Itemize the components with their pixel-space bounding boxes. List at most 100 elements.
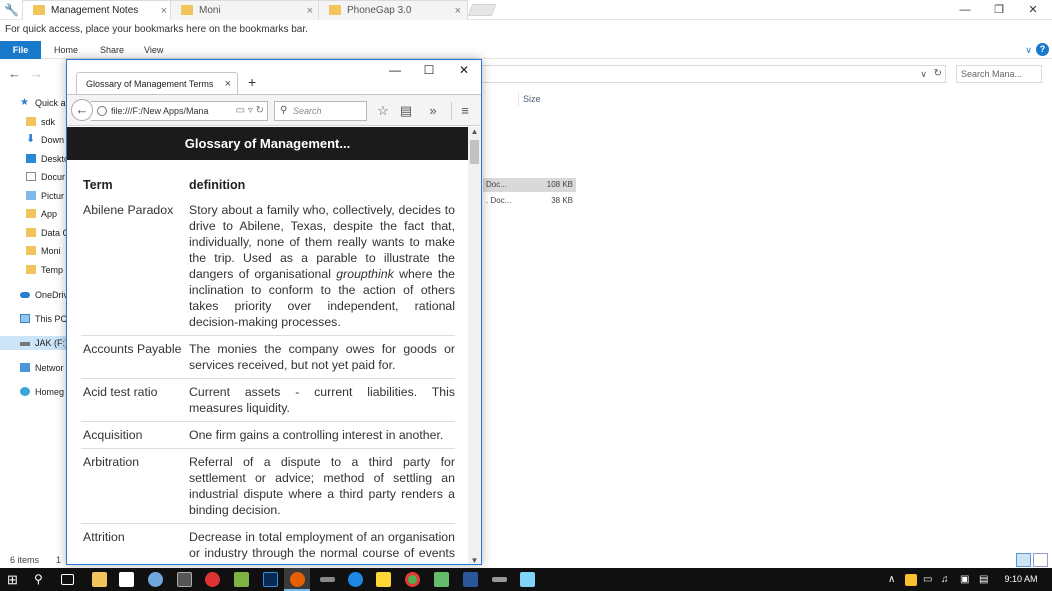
battery-icon[interactable]: ▭ — [923, 572, 932, 587]
photoshop-icon[interactable] — [263, 572, 278, 587]
folder-icon — [181, 5, 193, 15]
firefox-tab-glossary[interactable]: Glossary of Management Terms × — [76, 72, 238, 94]
overflow-icon[interactable]: » — [425, 103, 441, 119]
file-row[interactable]: . Doc... 38 KB — [483, 194, 576, 208]
definition-cell: The monies the company owes for goods or… — [185, 335, 455, 379]
nav-item-label: Quick a — [35, 98, 66, 108]
minimize-button[interactable]: — — [948, 0, 982, 20]
cloud-icon — [20, 292, 30, 298]
chrome-tab-strip: 🔧 Management Notes × Moni × PhoneGap 3.0… — [0, 0, 1052, 20]
vertical-scrollbar[interactable]: ▲ ▼ — [468, 127, 481, 564]
address-bar[interactable]: ∨ ↻ — [480, 65, 946, 83]
chrome-icon[interactable] — [405, 572, 420, 587]
chrome-tab-moni[interactable]: Moni × — [170, 0, 320, 20]
close-button[interactable]: ✕ — [449, 63, 479, 77]
tray-app-icon[interactable] — [905, 574, 917, 586]
firefox-icon[interactable] — [290, 572, 305, 587]
network-icon[interactable]: ▣ — [960, 572, 969, 587]
wrench-icon[interactable]: 🔧 — [4, 3, 19, 17]
clock[interactable]: 9:10 AM — [1000, 568, 1042, 591]
large-icons-view-icon[interactable] — [1033, 553, 1048, 567]
notifications-icon[interactable]: ▤ — [979, 572, 988, 587]
app-blue-icon[interactable] — [520, 572, 535, 587]
chrome-tab-management-notes[interactable]: Management Notes × — [22, 0, 174, 20]
folder-icon — [33, 5, 45, 15]
url-bar-icons[interactable]: ▭ ▿ ↻ — [233, 102, 264, 120]
volume-icon[interactable]: ♫ — [941, 572, 949, 587]
tray-chevron-icon[interactable]: ∧ — [888, 572, 895, 587]
task-view-icon[interactable] — [61, 574, 74, 585]
tab-home[interactable]: Home — [54, 41, 78, 59]
new-tab-button[interactable] — [467, 4, 497, 16]
close-icon[interactable]: × — [161, 1, 167, 21]
restore-button[interactable]: ❐ — [982, 0, 1016, 20]
column-header-size[interactable]: Size — [518, 92, 578, 106]
forward-arrow-icon[interactable]: → — [30, 66, 43, 81]
file-size: 38 KB — [551, 196, 573, 205]
selection-count: 1 — [56, 555, 62, 565]
android-icon[interactable] — [234, 572, 249, 587]
back-button[interactable]: ← — [71, 99, 93, 121]
minimize-button[interactable]: — — [380, 63, 410, 77]
nav-item-label: This PC — [35, 314, 68, 324]
clover-icon[interactable] — [434, 572, 449, 587]
maximize-button[interactable]: ☐ — [414, 63, 444, 77]
nav-item-drive-f[interactable]: JAK (F:) — [0, 336, 70, 350]
search-icon[interactable]: ⚲ — [34, 572, 49, 587]
nav-item-label: Networ — [35, 363, 64, 373]
bookmark-star-icon[interactable]: ☆ — [375, 103, 391, 119]
expand-ribbon-icon[interactable]: ∨ — [1025, 41, 1032, 59]
desktop-icon — [26, 154, 36, 163]
url-bar[interactable]: file:///F:/New Apps/Mana ▭ ▿ ↻ — [91, 101, 268, 121]
term-cell: Abilene Paradox — [81, 197, 185, 336]
close-tab-icon[interactable]: × — [225, 73, 231, 95]
details-view-icon[interactable] — [1016, 553, 1031, 567]
file-row[interactable]: Doc... 108 KB — [483, 178, 576, 192]
tab-label: Management Notes — [51, 5, 139, 16]
drive-icon[interactable] — [320, 577, 335, 582]
folder-icon — [26, 265, 36, 274]
word-icon[interactable] — [463, 572, 478, 587]
refresh-icon[interactable]: ↻ — [934, 66, 942, 82]
nav-item-label: Data C — [41, 228, 70, 238]
scroll-thumb[interactable] — [470, 140, 479, 164]
close-icon[interactable]: × — [307, 1, 313, 21]
definition-emphasis: groupthink — [336, 267, 394, 281]
explorer-search-input[interactable]: Search Mana... — [956, 65, 1042, 83]
windows-start-icon[interactable]: ⊞ — [7, 572, 22, 587]
table-row: Attrition Decrease in total employment o… — [81, 523, 455, 564]
store-icon[interactable] — [119, 572, 134, 587]
table-row: Accounts Payable The monies the company … — [81, 335, 455, 379]
new-tab-button[interactable]: + — [248, 74, 256, 90]
scroll-down-icon[interactable]: ▼ — [468, 556, 481, 564]
usb-drive-icon[interactable] — [492, 577, 507, 582]
chevron-down-icon[interactable]: ∨ — [920, 66, 927, 82]
file-tab[interactable]: File — [0, 41, 41, 59]
search-input[interactable]: ⚲ Search — [274, 101, 367, 121]
tab-label: Moni — [199, 5, 221, 16]
nav-item-label: Docur — [41, 172, 66, 182]
folder-icon — [329, 5, 341, 15]
file-explorer-icon[interactable] — [92, 572, 107, 587]
chrome-tab-phonegap[interactable]: PhoneGap 3.0 × — [318, 0, 468, 20]
menu-icon[interactable]: ≡ — [457, 103, 473, 119]
notes-icon[interactable] — [376, 572, 391, 587]
scroll-up-icon[interactable]: ▲ — [468, 127, 481, 136]
search-icon: ⚲ — [280, 105, 288, 116]
table-row: Acid test ratio Current assets - current… — [81, 378, 455, 422]
close-icon[interactable]: × — [455, 1, 461, 21]
library-icon[interactable]: ▤ — [398, 103, 414, 119]
definition-cell: Story about a family who, collectively, … — [185, 197, 455, 336]
nav-item-label: Pictur — [41, 191, 65, 201]
file-type: . Doc... — [486, 196, 512, 205]
tab-view[interactable]: View — [144, 41, 163, 59]
close-button[interactable]: ✕ — [1016, 0, 1050, 20]
help-icon[interactable]: ? — [1036, 43, 1049, 56]
app-icon[interactable] — [148, 572, 163, 587]
edge-icon[interactable] — [348, 572, 363, 587]
terminal-icon[interactable] — [177, 572, 192, 587]
definition-cell: One firm gains a controlling interest in… — [185, 421, 455, 449]
tab-share[interactable]: Share — [100, 41, 124, 59]
app-red-icon[interactable] — [205, 572, 220, 587]
back-arrow-icon[interactable]: ← — [8, 66, 21, 81]
